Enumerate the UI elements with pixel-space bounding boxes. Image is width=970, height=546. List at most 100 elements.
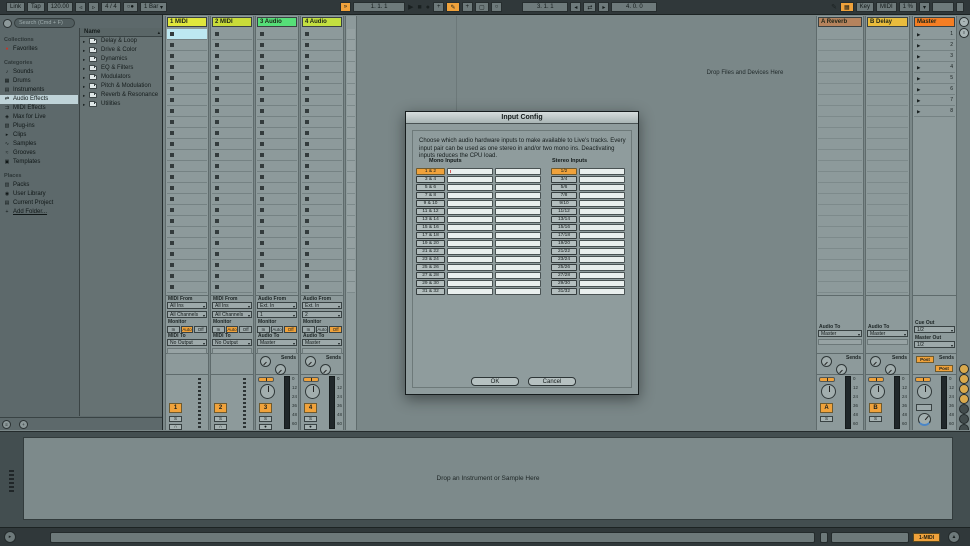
clip-slot[interactable] bbox=[257, 40, 297, 51]
clip-slot[interactable] bbox=[257, 249, 297, 260]
clip-stop-button[interactable] bbox=[215, 186, 219, 190]
chevron-down-icon[interactable]: ▾ bbox=[919, 2, 930, 12]
arm-button[interactable]: ● bbox=[304, 424, 317, 430]
return-slot[interactable] bbox=[818, 150, 862, 161]
clip-slot[interactable] bbox=[302, 150, 342, 161]
scene-launch-icon[interactable]: ▶ bbox=[917, 73, 920, 84]
capture-midi-button[interactable]: + bbox=[462, 2, 474, 12]
stereo-name-field[interactable] bbox=[579, 224, 625, 231]
stop-all-clips-button[interactable]: − bbox=[959, 17, 969, 27]
volume-fader[interactable] bbox=[303, 377, 319, 382]
clip-slot[interactable] bbox=[212, 117, 252, 128]
return-slot[interactable] bbox=[867, 282, 908, 293]
cue-out-select[interactable]: 1/2▾ bbox=[914, 326, 955, 333]
mono-name-field[interactable] bbox=[495, 168, 541, 175]
sidebar-item-instruments[interactable]: ▤Instruments bbox=[0, 86, 78, 95]
browser-footer-menu-icon[interactable]: ≡ bbox=[2, 420, 11, 429]
browser-folder-row[interactable]: ▸Reverb & Resonance bbox=[80, 91, 162, 100]
volume-fader[interactable] bbox=[258, 377, 274, 382]
browser-footer-add-icon[interactable]: + bbox=[19, 420, 28, 429]
return-slot[interactable] bbox=[867, 183, 908, 194]
clip-slot[interactable] bbox=[302, 282, 342, 293]
return-slot[interactable] bbox=[867, 227, 908, 238]
clip-slot[interactable] bbox=[167, 95, 207, 106]
stereo-pair-button[interactable]: 7/8 bbox=[551, 192, 577, 199]
master-volume-fader[interactable] bbox=[915, 377, 931, 382]
sidebar-item-favorites[interactable]: ●Favorites bbox=[0, 45, 78, 54]
clip-slot[interactable] bbox=[212, 161, 252, 172]
io-channel-select[interactable]: All Channels▾ bbox=[212, 311, 252, 318]
time-signature-field[interactable]: 4 / 4 bbox=[101, 2, 121, 12]
mono-pair-button[interactable]: 31 & 32 bbox=[416, 288, 445, 295]
mono-pair-button[interactable]: 9 & 10 bbox=[416, 200, 445, 207]
computer-midi-keyboard-icon[interactable]: ▦ bbox=[840, 2, 854, 12]
clip-stop-button[interactable] bbox=[215, 263, 219, 267]
monitor-option-in[interactable]: In bbox=[257, 326, 270, 333]
clip-stop-button[interactable] bbox=[260, 98, 264, 102]
mono-name-field[interactable] bbox=[447, 288, 493, 295]
draw-pencil-icon[interactable]: ✎ bbox=[830, 3, 838, 11]
clip-slot[interactable] bbox=[167, 106, 207, 117]
clip-slot[interactable] bbox=[257, 51, 297, 62]
clip-stop-button[interactable] bbox=[305, 142, 309, 146]
mono-name-field[interactable] bbox=[447, 272, 493, 279]
cue-volume-knob[interactable] bbox=[918, 413, 931, 426]
return-slot[interactable] bbox=[818, 194, 862, 205]
monitor-option-auto[interactable]: Auto bbox=[316, 326, 329, 333]
clip-stop-button[interactable] bbox=[305, 274, 309, 278]
browser-folder-row[interactable]: ▸Drive & Color bbox=[80, 46, 162, 55]
clip-stop-button[interactable] bbox=[305, 252, 309, 256]
mono-name-field[interactable] bbox=[495, 264, 541, 271]
io-to-select[interactable]: No Output▾ bbox=[212, 339, 252, 346]
pan-knob[interactable] bbox=[917, 384, 932, 399]
mono-name-field[interactable] bbox=[495, 232, 541, 239]
sidebar-item-templates[interactable]: ▣Templates bbox=[0, 158, 78, 167]
sidebar-item-midi-effects[interactable]: ⇉MIDI Effects bbox=[0, 104, 78, 113]
sidebar-item-clips[interactable]: ▸Clips bbox=[0, 131, 78, 140]
mono-name-field[interactable] bbox=[495, 248, 541, 255]
mono-pair-button[interactable]: 19 & 20 bbox=[416, 240, 445, 247]
session-record-button[interactable]: ▢ bbox=[475, 2, 489, 12]
clip-slot[interactable] bbox=[302, 161, 342, 172]
clip-stop-button[interactable] bbox=[260, 54, 264, 58]
return-slot[interactable] bbox=[818, 172, 862, 183]
clip-stop-button[interactable] bbox=[170, 76, 174, 80]
clip-slot[interactable] bbox=[302, 62, 342, 73]
clip-stop-button[interactable] bbox=[260, 164, 264, 168]
stereo-name-field[interactable] bbox=[579, 176, 625, 183]
mono-pair-button[interactable]: 29 & 30 bbox=[416, 280, 445, 287]
clip-slot[interactable] bbox=[212, 183, 252, 194]
mono-pair-button[interactable]: 1 & 2 bbox=[416, 168, 445, 175]
monitor-option-auto[interactable]: Auto bbox=[271, 326, 284, 333]
clip-stop-button[interactable] bbox=[215, 87, 219, 91]
clip-stop-button[interactable] bbox=[215, 76, 219, 80]
send-knob-b[interactable] bbox=[320, 364, 331, 375]
stereo-pair-button[interactable]: 15/16 bbox=[551, 224, 577, 231]
clip-stop-button[interactable] bbox=[215, 54, 219, 58]
scene-launch-icon[interactable]: ▶ bbox=[917, 29, 920, 40]
clip-slot[interactable] bbox=[212, 205, 252, 216]
return-slot[interactable] bbox=[867, 51, 908, 62]
clip-stop-button[interactable] bbox=[215, 197, 219, 201]
loop-length-field[interactable]: 4. 0. 0 bbox=[611, 2, 657, 12]
clip-stop-button[interactable] bbox=[260, 153, 264, 157]
clip-slot[interactable] bbox=[167, 183, 207, 194]
clip-slot[interactable] bbox=[257, 260, 297, 271]
clip-slot[interactable] bbox=[167, 117, 207, 128]
mono-name-field[interactable] bbox=[495, 224, 541, 231]
clip-slot[interactable] bbox=[257, 73, 297, 84]
clip-slot[interactable] bbox=[167, 249, 207, 260]
clip-stop-button[interactable] bbox=[170, 164, 174, 168]
clip-stop-button[interactable] bbox=[215, 164, 219, 168]
clip-slot[interactable] bbox=[302, 205, 342, 216]
clip-stop-button[interactable] bbox=[170, 120, 174, 124]
clip-stop-button[interactable] bbox=[305, 109, 309, 113]
io-to-select[interactable]: Master▾ bbox=[257, 339, 297, 346]
clip-stop-button[interactable] bbox=[170, 98, 174, 102]
clip-slot[interactable] bbox=[212, 40, 252, 51]
clip-stop-button[interactable] bbox=[305, 186, 309, 190]
clip-stop-button[interactable] bbox=[260, 230, 264, 234]
clip-stop-button[interactable] bbox=[215, 230, 219, 234]
info-view-toggle-icon[interactable]: ▸ bbox=[4, 531, 16, 543]
sidebar-item-add-folder-[interactable]: +Add Folder... bbox=[0, 208, 78, 217]
